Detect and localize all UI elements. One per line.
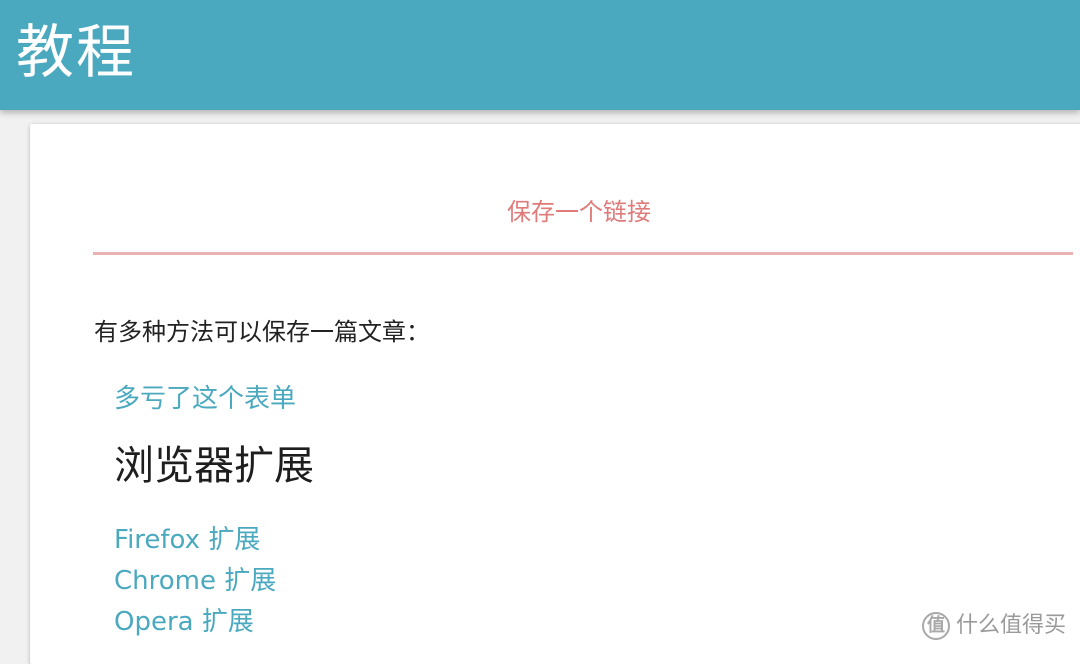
watermark: 值 什么值得买: [922, 610, 1066, 642]
opera-extension-link[interactable]: Opera 扩展: [114, 603, 254, 641]
page-title: 教程: [16, 14, 136, 90]
content-card: 保存一个链接 有多种方法可以保存一篇文章： 多亏了这个表单 浏览器扩展 Fire…: [30, 124, 1080, 664]
top-app-bar: 教程: [0, 0, 1080, 110]
tab-indicator: [93, 252, 1073, 255]
firefox-extension-link[interactable]: Firefox 扩展: [114, 521, 260, 559]
watermark-text: 什么值得买: [956, 610, 1066, 642]
watermark-logo-icon: 值: [922, 612, 950, 640]
form-link[interactable]: 多亏了这个表单: [114, 380, 296, 418]
chrome-extension-link[interactable]: Chrome 扩展: [114, 562, 276, 600]
extensions-heading: 浏览器扩展: [114, 438, 314, 494]
intro-text: 有多种方法可以保存一篇文章：: [94, 312, 430, 352]
tab-save-link[interactable]: 保存一个链接: [507, 192, 651, 232]
